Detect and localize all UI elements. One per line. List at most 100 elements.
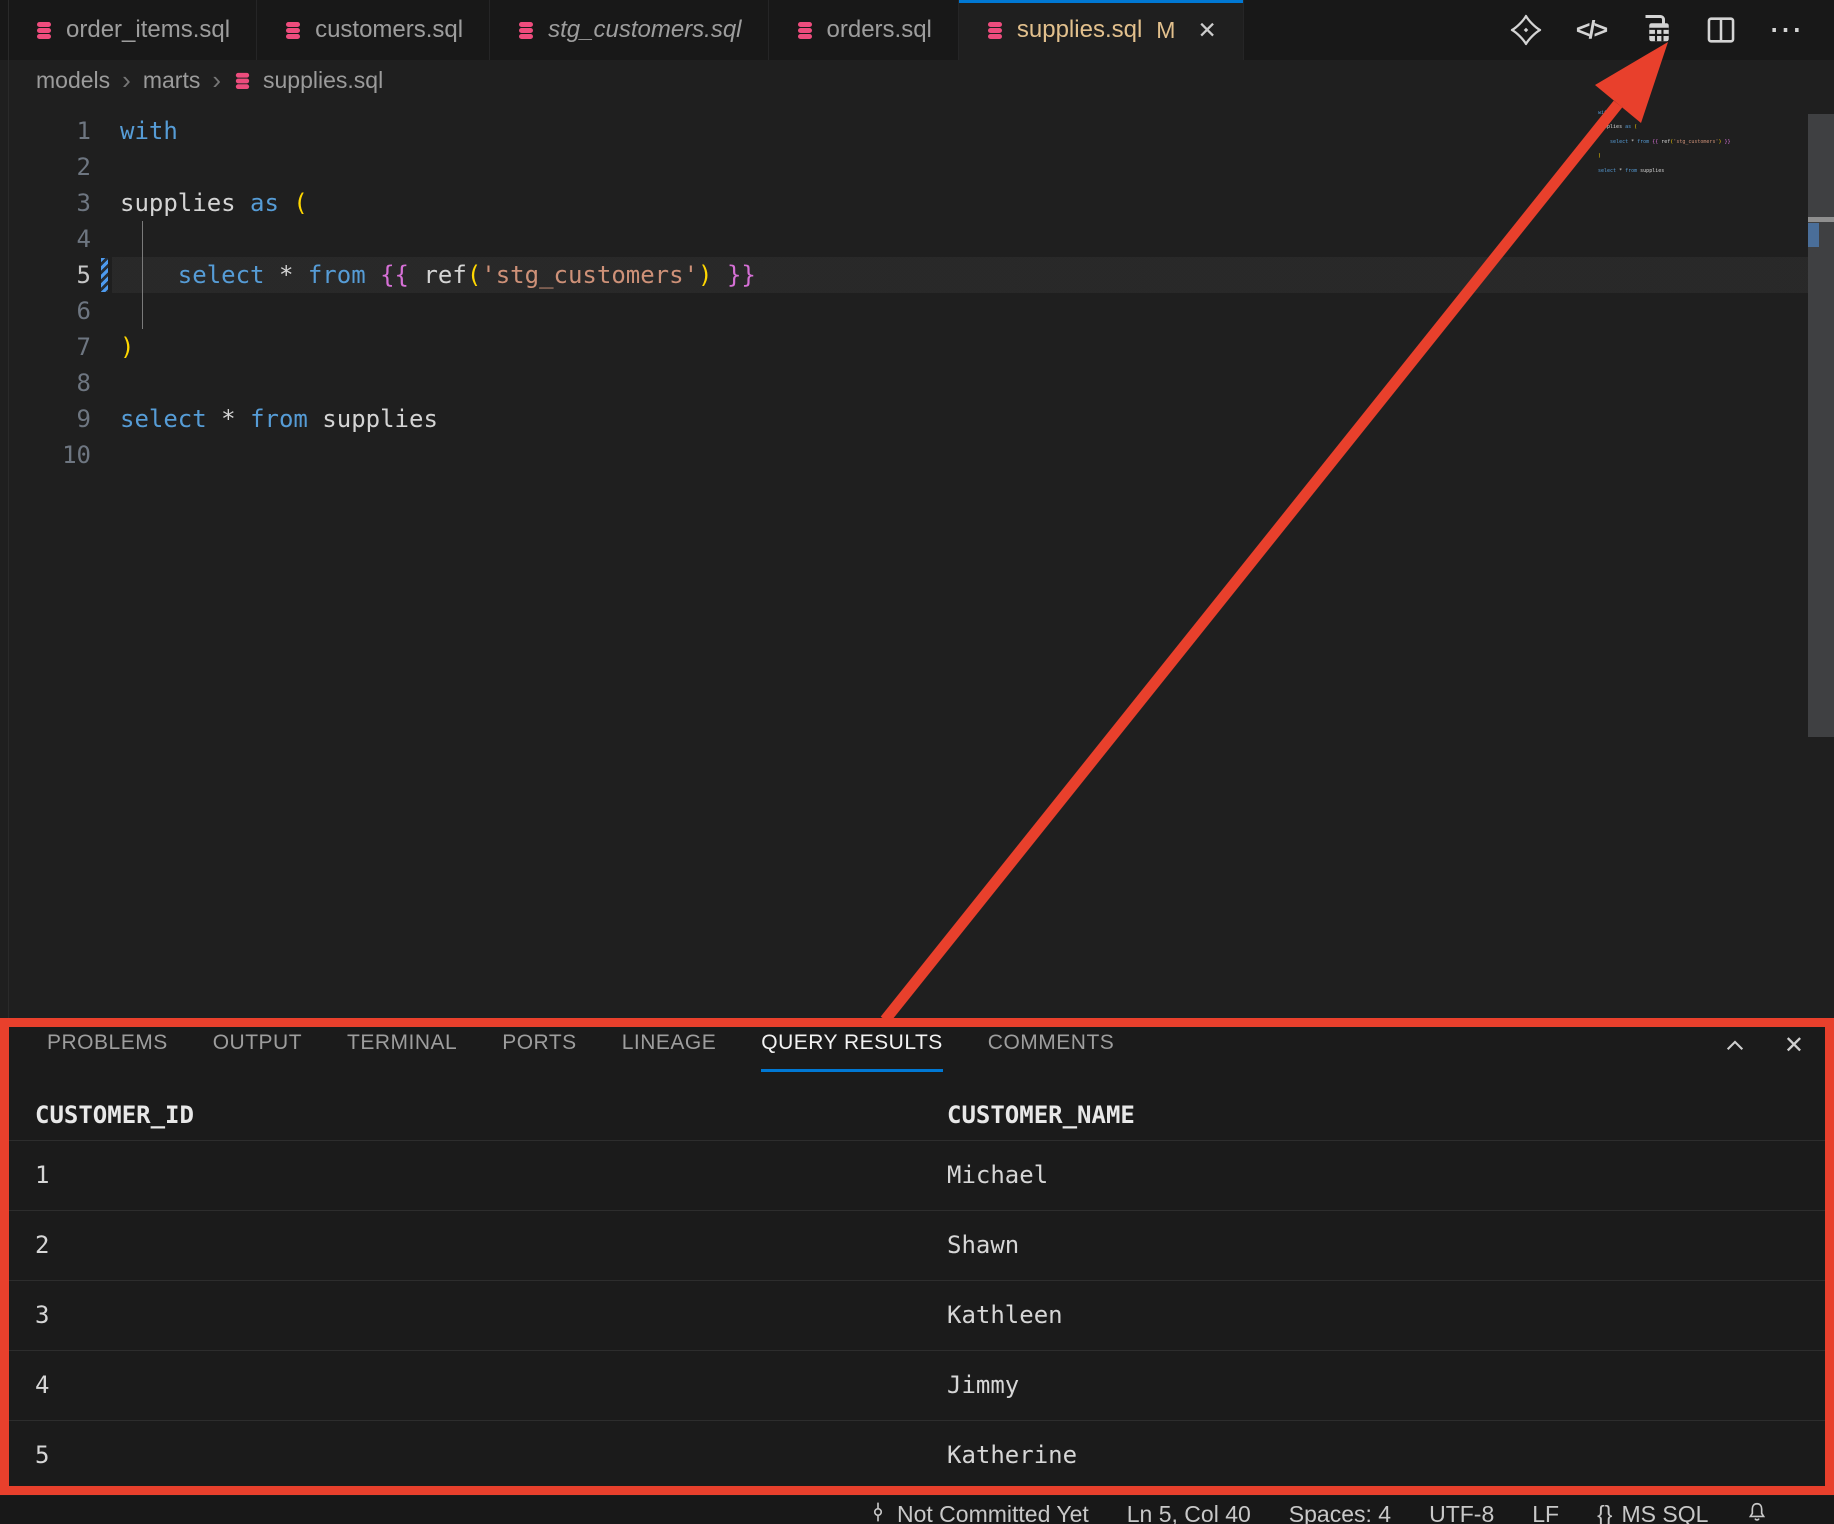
editor-actions: </> ⋯	[1478, 0, 1834, 60]
minimap-line: )	[1592, 153, 1802, 160]
line-number[interactable]: 4	[0, 221, 91, 257]
close-panel-icon[interactable]: ✕	[1784, 1031, 1804, 1060]
bell-icon	[1746, 1499, 1768, 1524]
table-header-row: CUSTOMER_IDCUSTOMER_NAME	[0, 1096, 1834, 1140]
panel-tab[interactable]: LINEAGE	[622, 1018, 717, 1072]
editor-tab[interactable]: order_items.sql	[8, 0, 257, 60]
indent-guide	[142, 221, 143, 329]
table-cell: 5	[35, 1421, 947, 1490]
more-actions-icon[interactable]: ⋯	[1768, 12, 1804, 48]
line-number[interactable]: 1	[0, 113, 91, 149]
status-bar-item[interactable]: {} MS SQL	[1597, 1496, 1708, 1524]
code-line[interactable]: 6	[0, 293, 1808, 329]
table-row: 1 Michael	[0, 1140, 1834, 1210]
dbt-logo-icon[interactable]	[1508, 12, 1544, 48]
code-token	[293, 261, 307, 289]
minimap-line: with	[1592, 110, 1802, 117]
status-bar-item[interactable]: Ln 5, Col 40	[1127, 1496, 1251, 1524]
code-token: (	[293, 189, 307, 217]
editor-tab-bar: order_items.sql customers.sql stg_custom…	[0, 0, 1834, 60]
code-token: supplies	[308, 405, 438, 433]
breadcrumb-item[interactable]: marts	[143, 67, 201, 94]
close-icon[interactable]: ✕	[1197, 17, 1216, 44]
panel-tab[interactable]: TERMINAL	[347, 1018, 457, 1072]
code-line[interactable]: 2	[0, 149, 1808, 185]
code-token: ref	[423, 261, 466, 289]
editor-tab[interactable]: customers.sql	[257, 0, 490, 60]
code-line[interactable]: 8	[0, 365, 1808, 401]
code-token: supplies	[120, 189, 250, 217]
preview-query-results-icon[interactable]	[1638, 12, 1674, 48]
code-text: select * from {{ ref('stg_customers') }}	[120, 257, 756, 293]
chevron-right-icon: ›	[212, 65, 221, 96]
code-line[interactable]: 7 )	[0, 329, 1808, 365]
table-cell: 4	[35, 1351, 947, 1420]
code-line[interactable]: 4	[0, 221, 1808, 257]
status-bar-item[interactable]	[1746, 1496, 1768, 1524]
line-number[interactable]: 8	[0, 365, 91, 401]
line-number[interactable]: 3	[0, 185, 91, 221]
minimap-line: select * from {{ ref('stg_customers') }}	[1592, 139, 1802, 146]
split-editor-icon[interactable]	[1703, 12, 1739, 48]
table-cell: Katherine	[947, 1421, 1834, 1490]
code-token: (	[467, 261, 481, 289]
code-token	[236, 405, 250, 433]
modified-badge: M	[1156, 17, 1175, 44]
minimap-line: supplies as (	[1592, 124, 1802, 131]
editor-tab[interactable]: orders.sql	[769, 0, 959, 60]
panel-tab[interactable]: QUERY RESULTS	[761, 1018, 943, 1072]
line-number[interactable]: 10	[0, 437, 91, 473]
line-number[interactable]: 9	[0, 401, 91, 437]
tab-label: orders.sql	[827, 16, 932, 44]
code-token	[120, 261, 178, 289]
table-cell: Shawn	[947, 1211, 1834, 1280]
table-cell: Michael	[947, 1141, 1834, 1210]
panel-tab[interactable]: COMMENTS	[988, 1018, 1115, 1072]
breadcrumb-item[interactable]: models	[36, 67, 110, 94]
status-bar-item[interactable]: UTF-8	[1429, 1496, 1494, 1524]
code-line[interactable]: 3 supplies as (	[0, 185, 1808, 221]
code-token	[207, 405, 221, 433]
code-line[interactable]: 1 with	[0, 113, 1808, 149]
code-token: }}	[727, 261, 756, 289]
panel-tab[interactable]: PORTS	[502, 1018, 576, 1072]
tab-label: stg_customers.sql	[548, 16, 741, 44]
line-number[interactable]: 6	[0, 293, 91, 329]
code-token: )	[120, 333, 134, 361]
code-editor[interactable]: 1 with 2 3 supplies as ( 4 5 select * fr…	[0, 100, 1834, 1018]
database-file-icon	[34, 20, 54, 40]
status-bar-item[interactable]: LF	[1532, 1496, 1559, 1524]
scrollbar-slider[interactable]	[1808, 114, 1834, 737]
database-file-icon	[283, 20, 303, 40]
database-file-icon	[233, 71, 253, 90]
panel-tab[interactable]: PROBLEMS	[47, 1018, 168, 1072]
code-line[interactable]: 9 select * from supplies	[0, 401, 1808, 437]
editor-tab[interactable]: supplies.sql M ✕	[959, 0, 1244, 60]
code-line[interactable]: 10	[0, 437, 1808, 473]
table-cell: 2	[35, 1211, 947, 1280]
line-number[interactable]: 7	[0, 329, 91, 365]
status-bar: Not Committed Yet Ln 5, Col 40 Spaces: 4…	[0, 1496, 1834, 1524]
database-file-icon	[985, 20, 1005, 40]
minimap[interactable]: with supplies as ( select * from {{ ref('…	[1592, 110, 1802, 182]
table-cell: 1	[35, 1141, 947, 1210]
breadcrumb-item[interactable]: supplies.sql	[233, 67, 383, 94]
database-file-icon	[516, 20, 536, 40]
git-commit-icon	[868, 1499, 888, 1524]
maximize-panel-icon[interactable]	[1722, 1033, 1748, 1059]
code-token: select	[120, 405, 207, 433]
status-bar-item[interactable]: Spaces: 4	[1289, 1496, 1391, 1524]
line-number[interactable]: 5	[0, 257, 91, 293]
status-bar-item[interactable]: Not Committed Yet	[868, 1496, 1089, 1524]
editor-tab[interactable]: stg_customers.sql	[490, 0, 768, 60]
code-line[interactable]: 5 select * from {{ ref('stg_customers') …	[0, 257, 1808, 293]
chevron-right-icon: ›	[122, 65, 131, 96]
column-header: CUSTOMER_NAME	[947, 1096, 1834, 1140]
minimap-line	[1592, 132, 1802, 139]
line-number[interactable]: 2	[0, 149, 91, 185]
compile-code-icon[interactable]: </>	[1573, 12, 1609, 48]
code-token: *	[279, 261, 293, 289]
minimap-line	[1592, 175, 1802, 182]
panel-header: PROBLEMS OUTPUT TERMINAL PORTS LINEAGE QUERY …	[0, 1018, 1834, 1072]
panel-tab[interactable]: OUTPUT	[213, 1018, 302, 1072]
